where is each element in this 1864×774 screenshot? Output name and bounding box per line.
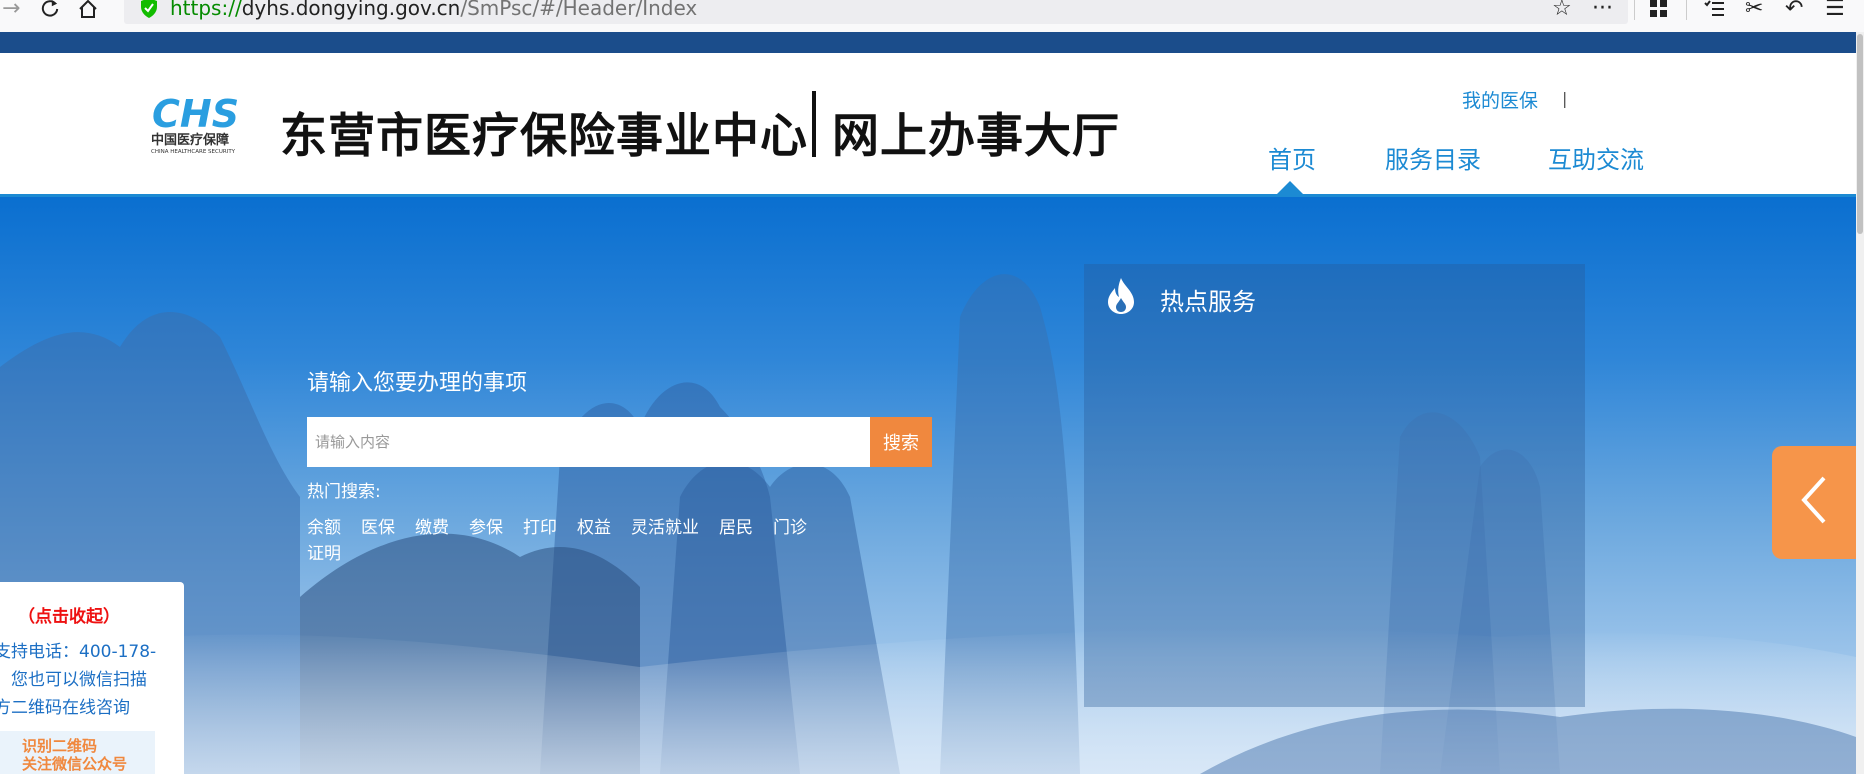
url-text[interactable]: https://dyhs.dongying.gov.cn/SmPsc/#/Hea… xyxy=(170,0,697,19)
hot-services-panel: 热点服务 xyxy=(1084,264,1585,707)
hot-search-label: 热门搜索: xyxy=(307,482,381,502)
qr-caption-line: 识别二维码 xyxy=(22,737,98,755)
hot-tag-outpatient[interactable]: 门诊 xyxy=(773,515,807,541)
nav-service-catalog[interactable]: 服务目录 xyxy=(1385,140,1481,175)
site-header: CHS 中国医疗保障 CHINA HEALTHCARE SECURITY 东营市… xyxy=(0,53,1856,197)
svg-text:CHS: CHS xyxy=(152,93,239,136)
hot-search-tags: 余额 医保 缴费 参保 打印 权益 灵活就业 居民 门诊证明 xyxy=(307,515,867,567)
qr-caption: 识别二维码 关注微信公众号 xyxy=(22,737,127,773)
reading-list-icon[interactable] xyxy=(1704,0,1724,20)
chs-logo[interactable]: CHS 中国医疗保障 CHINA HEALTHCARE SECURITY xyxy=(150,93,265,155)
chevron-left-icon xyxy=(1801,476,1826,524)
hot-tag-certificate[interactable]: 证明 xyxy=(307,541,341,567)
hot-tag-balance[interactable]: 余额 xyxy=(307,515,341,541)
browser-toolbar: → https://dyhs.dongying.gov.cn/SmPsc/#/H… xyxy=(0,0,1864,32)
top-band xyxy=(0,32,1856,53)
toolbar-divider xyxy=(1634,0,1635,20)
site-subtitle: 网上办事大厅 xyxy=(832,109,1120,164)
collapse-panel-link[interactable]: （点击收起） xyxy=(18,602,120,627)
hot-tag-medical-insurance[interactable]: 医保 xyxy=(361,515,395,541)
secure-shield-icon xyxy=(141,0,157,18)
scrollbar-thumb[interactable] xyxy=(1857,34,1863,234)
hot-services-title: 热点服务 xyxy=(1160,288,1256,316)
undo-icon[interactable]: ↶ xyxy=(1785,0,1803,20)
reload-icon[interactable] xyxy=(40,0,60,20)
consult-float-panel: （点击收起） 支持电话：400-178- ，您也可以微信扫描 方二维码在线咨询 … xyxy=(0,582,184,774)
title-divider xyxy=(812,91,816,157)
svg-text:CHINA HEALTHCARE SECURITY: CHINA HEALTHCARE SECURITY xyxy=(151,149,236,155)
my-insurance-link[interactable]: 我的医保 xyxy=(1462,86,1538,113)
apps-grid-icon[interactable] xyxy=(1650,0,1668,20)
consult-line: 方二维码在线咨询 xyxy=(0,698,130,718)
consult-info-text: 支持电话：400-178- ，您也可以微信扫描 方二维码在线咨询 xyxy=(0,638,178,722)
side-expand-tab[interactable] xyxy=(1772,446,1856,559)
hot-tag-rights[interactable]: 权益 xyxy=(577,515,611,541)
hot-tag-payment[interactable]: 缴费 xyxy=(415,515,449,541)
svg-text:中国医疗保障: 中国医疗保障 xyxy=(151,132,229,148)
qr-code-banner: 识别二维码 关注微信公众号 xyxy=(0,731,155,774)
site-title: 东营市医疗保险事业中心 xyxy=(280,109,808,164)
home-icon[interactable] xyxy=(78,0,98,20)
search-button[interactable]: 搜索 xyxy=(870,417,932,467)
header-separator: | xyxy=(1562,89,1568,108)
scissors-icon[interactable]: ✂ xyxy=(1745,0,1763,20)
hot-tag-enrollment[interactable]: 参保 xyxy=(469,515,503,541)
search-heading: 请输入您要办理的事项 xyxy=(307,371,528,396)
consult-line: ，您也可以微信扫描 xyxy=(0,670,147,690)
page-actions-icon[interactable]: ··· xyxy=(1592,0,1613,20)
hot-tag-print[interactable]: 打印 xyxy=(523,515,557,541)
fire-icon xyxy=(1108,278,1134,314)
qr-caption-line: 关注微信公众号 xyxy=(22,755,128,773)
menu-icon[interactable]: ☰ xyxy=(1825,0,1845,20)
hot-tag-resident[interactable]: 居民 xyxy=(719,515,753,541)
toolbar-divider xyxy=(1686,0,1687,20)
bookmark-star-icon[interactable]: ☆ xyxy=(1552,0,1572,20)
hot-tag-flexible-employment[interactable]: 灵活就业 xyxy=(631,515,699,541)
nav-active-indicator xyxy=(1277,181,1303,194)
hero-banner: 请输入您要办理的事项 搜索 热门搜索: 余额医保缴费参保打印权益灵活就业居民门诊… xyxy=(0,197,1856,774)
nav-home[interactable]: 首页 xyxy=(1268,140,1316,175)
consult-line: 支持电话：400-178- xyxy=(0,642,157,662)
forward-icon[interactable]: → xyxy=(2,0,20,20)
nav-mutual-exchange[interactable]: 互助交流 xyxy=(1548,140,1644,175)
search-input[interactable] xyxy=(307,417,870,467)
